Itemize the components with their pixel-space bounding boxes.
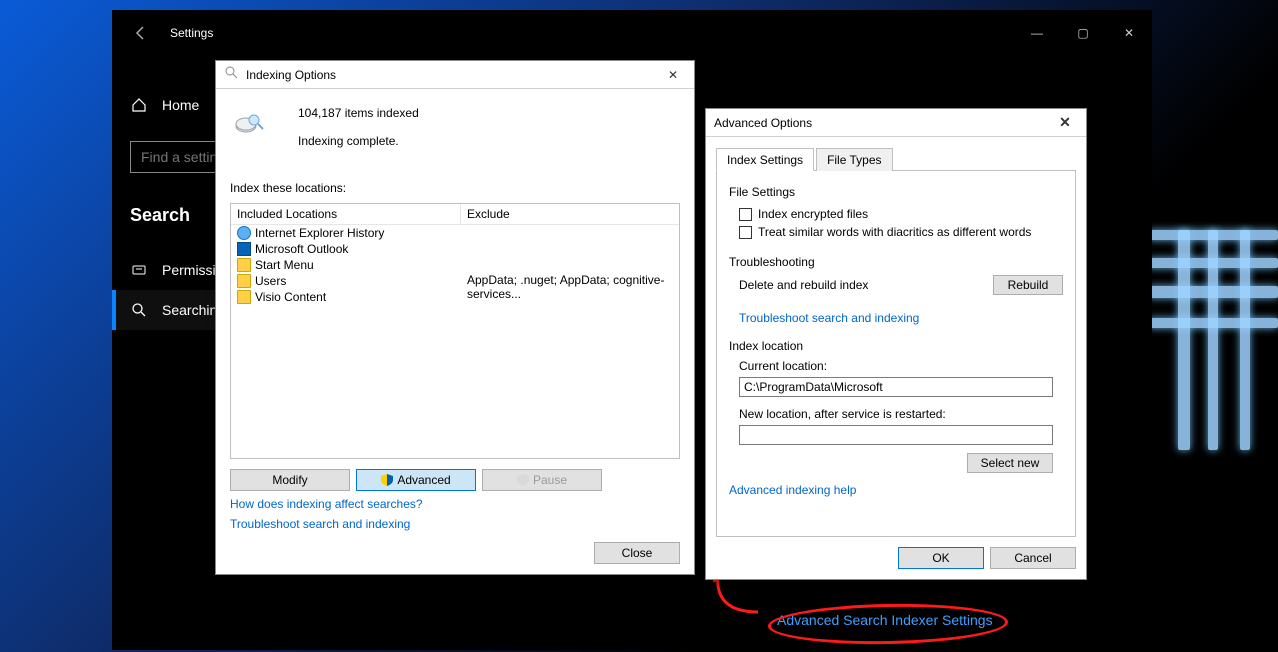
outlook-icon [237,242,251,256]
select-new-button[interactable]: Select new [967,453,1053,473]
indexing-title: Indexing Options [246,68,336,82]
table-row[interactable]: Microsoft Outlook [231,241,679,257]
locations-label: Index these locations: [230,181,680,195]
close-button[interactable]: Close [594,542,680,564]
indexing-affect-link[interactable]: How does indexing affect searches? [230,497,680,511]
tab-index-settings[interactable]: Index Settings [716,148,814,171]
table-row[interactable]: Users AppData; .nuget; AppData; cognitive… [231,273,679,289]
pause-button: Pause [482,469,602,491]
troubleshoot-link[interactable]: Troubleshoot search and indexing [739,311,1063,325]
folder-icon [237,274,251,288]
back-arrow-icon[interactable] [132,24,150,42]
col-exclude: Exclude [461,204,679,224]
magnifier-icon [224,65,240,84]
home-label: Home [162,97,199,113]
file-settings-label: File Settings [729,185,1063,199]
exclude-value [461,241,679,257]
advanced-indexing-help-link[interactable]: Advanced indexing help [729,483,1063,497]
checkbox-icon[interactable] [739,226,752,239]
indexing-titlebar: Indexing Options ✕ [216,61,694,89]
col-included: Included Locations [231,204,461,224]
index-lens-icon [230,108,268,146]
delete-rebuild-label: Delete and rebuild index [739,278,868,292]
windows-logo-beams [1148,230,1278,450]
locations-header: Included Locations Exclude [231,204,679,225]
table-row[interactable]: Visio Content [231,289,679,305]
ok-button[interactable]: OK [898,547,984,569]
troubleshoot-link[interactable]: Troubleshoot search and indexing [230,517,680,531]
search-icon [130,301,148,319]
exclude-value: AppData; .nuget; AppData; cognitive-serv… [461,273,679,289]
index-location-label: Index location [729,339,1063,353]
folder-icon [237,258,251,272]
folder-icon [237,290,251,304]
locations-list[interactable]: Included Locations Exclude Internet Expl… [230,203,680,459]
new-location-path [739,425,1053,445]
minimize-button[interactable]: — [1014,17,1060,49]
tab-file-types[interactable]: File Types [816,148,892,171]
indexing-status: Indexing complete. [298,134,419,148]
rebuild-button[interactable]: Rebuild [993,275,1063,295]
home-icon [130,96,148,114]
current-location-path: C:\ProgramData\Microsoft [739,377,1053,397]
indexing-options-dialog: Indexing Options ✕ 104,187 items indexed… [215,60,695,575]
permissions-icon [130,261,148,279]
exclude-value [461,289,679,305]
ie-icon [237,226,251,240]
shield-icon [517,474,529,486]
close-icon[interactable]: ✕ [1050,113,1080,133]
location-name: Start Menu [255,258,314,272]
checkbox-icon[interactable] [739,208,752,221]
location-name: Internet Explorer History [255,226,384,240]
diacritics-label: Treat similar words with diacritics as d… [758,225,1031,239]
encrypted-checkbox-row[interactable]: Index encrypted files [739,207,1063,221]
window-controls: — ▢ ✕ [1014,17,1152,49]
cancel-button[interactable]: Cancel [990,547,1076,569]
items-indexed: 104,187 items indexed [298,106,419,120]
diacritics-checkbox-row[interactable]: Treat similar words with diacritics as d… [739,225,1063,239]
table-row[interactable]: Start Menu [231,257,679,273]
location-name: Microsoft Outlook [255,242,348,256]
settings-title: Settings [170,26,213,40]
advanced-titlebar: Advanced Options ✕ [706,109,1086,137]
close-icon[interactable]: ✕ [658,65,688,85]
location-name: Visio Content [255,290,326,304]
table-row[interactable]: Internet Explorer History [231,225,679,241]
advanced-title: Advanced Options [714,116,812,130]
encrypted-label: Index encrypted files [758,207,868,221]
troubleshooting-label: Troubleshooting [729,255,1063,269]
tab-panel: File Settings Index encrypted files Trea… [716,171,1076,537]
annotation-circle [768,602,1009,646]
exclude-value [461,225,679,241]
location-name: Users [255,274,286,288]
exclude-value [461,257,679,273]
current-location-label: Current location: [739,359,1063,373]
tab-strip: Index Settings File Types [716,147,1076,171]
modify-button[interactable]: Modify [230,469,350,491]
maximize-button[interactable]: ▢ [1060,17,1106,49]
close-button[interactable]: ✕ [1106,17,1152,49]
new-location-label: New location, after service is restarted… [739,407,1063,421]
shield-icon [381,474,393,486]
advanced-options-dialog: Advanced Options ✕ Index Settings File T… [705,108,1087,580]
settings-titlebar: Settings — ▢ ✕ [112,10,1152,55]
advanced-button[interactable]: Advanced [356,469,476,491]
